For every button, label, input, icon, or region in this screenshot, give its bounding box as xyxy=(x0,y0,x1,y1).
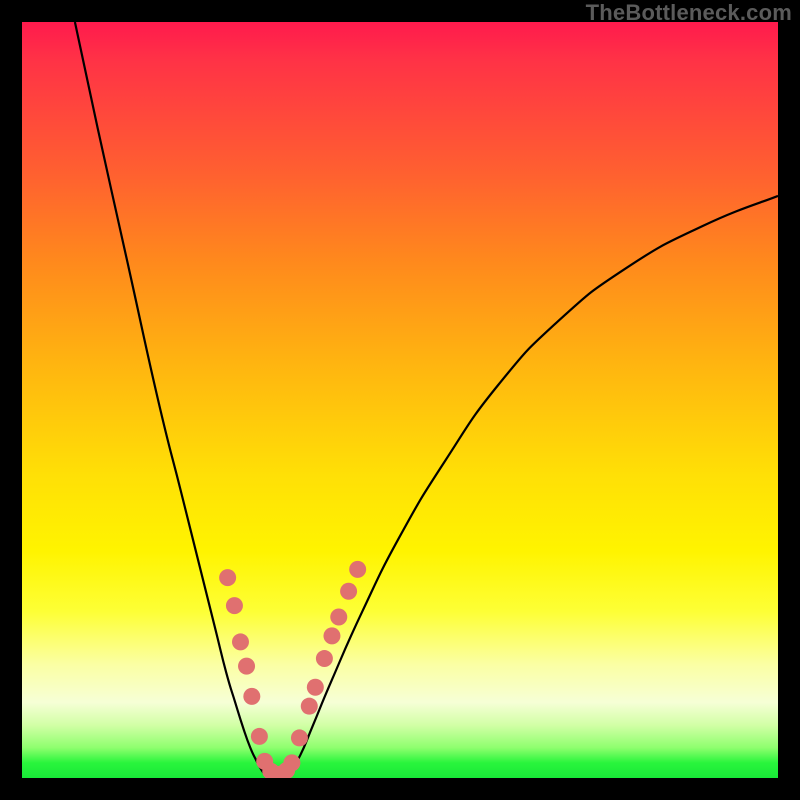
chart-plot xyxy=(22,22,778,778)
watermark: TheBottleneck.com xyxy=(586,0,792,26)
